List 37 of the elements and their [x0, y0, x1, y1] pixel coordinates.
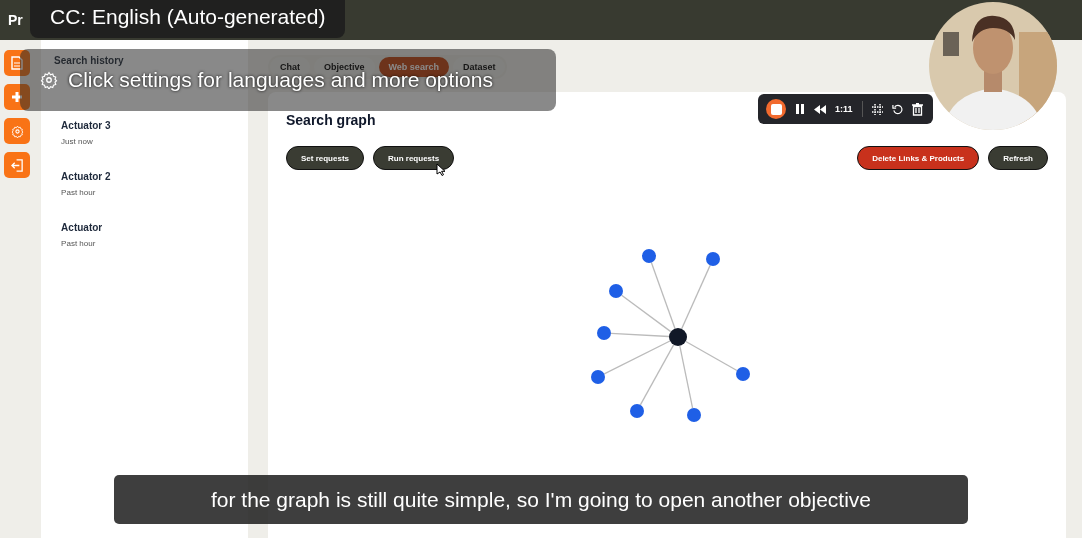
settings-icon — [10, 124, 24, 138]
refresh-button[interactable]: Refresh — [988, 146, 1048, 170]
rewind-icon[interactable] — [814, 104, 826, 114]
history-item[interactable]: Actuator Past hour — [54, 218, 235, 252]
stop-button[interactable] — [766, 99, 786, 119]
graph-node[interactable] — [597, 326, 611, 340]
subtitle-caption: for the graph is still quite simple, so I'm going to open another objective — [114, 475, 968, 524]
graph-node[interactable] — [706, 252, 720, 266]
restart-icon[interactable] — [891, 103, 903, 115]
document-icon — [11, 56, 23, 70]
history-item[interactable]: Actuator 3 Just now — [54, 116, 235, 150]
logout-icon — [10, 158, 24, 172]
action-button[interactable]: Set requests — [286, 146, 365, 170]
app-title: Pr — [8, 12, 23, 28]
graph-node[interactable] — [609, 284, 623, 298]
new-button[interactable] — [4, 84, 30, 110]
plus-icon — [11, 91, 23, 103]
settings-icon[interactable] — [40, 71, 58, 89]
graph-node[interactable] — [736, 367, 750, 381]
card-title: Search graph — [286, 112, 377, 128]
hub-node[interactable] — [669, 328, 687, 346]
graph-node[interactable] — [642, 249, 656, 263]
grid-icon[interactable] — [871, 103, 883, 115]
history-item[interactable]: Actuator 2 Past hour — [54, 167, 235, 201]
cursor-icon — [436, 163, 445, 176]
delete-button[interactable]: Delete Links & Products — [857, 146, 980, 170]
pause-icon[interactable] — [795, 103, 805, 115]
document-button[interactable] — [4, 50, 30, 76]
trash-icon[interactable] — [911, 102, 923, 116]
action-button[interactable]: Run requests — [373, 146, 455, 170]
caption-track-toast: CC: English (Auto-generated) — [30, 0, 346, 38]
recording-time: 1:11 — [835, 104, 853, 114]
sidebar-heading: Search history — [54, 55, 125, 66]
graph-edge — [681, 264, 711, 330]
graph-node[interactable] — [630, 404, 644, 418]
graph-node[interactable] — [687, 408, 701, 422]
graph-node[interactable] — [591, 370, 605, 384]
